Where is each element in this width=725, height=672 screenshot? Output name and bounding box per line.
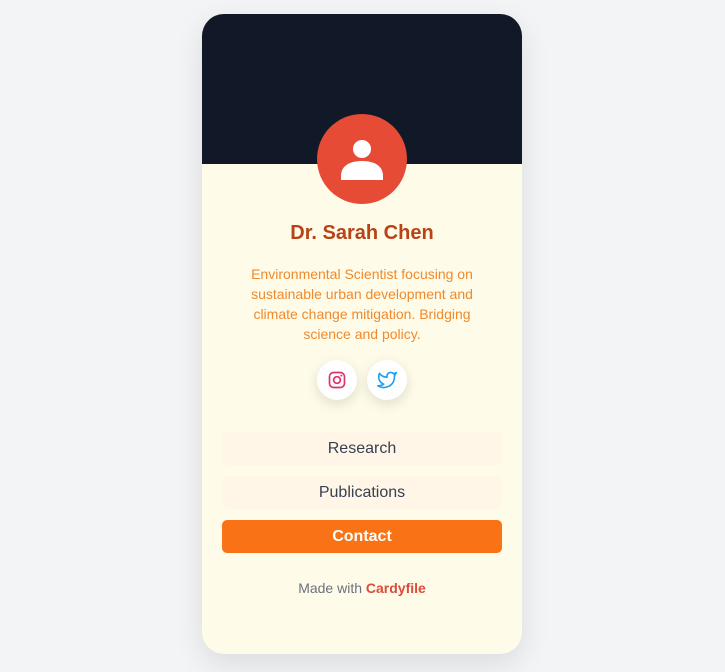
twitter-button[interactable] — [367, 360, 407, 400]
profile-card: Dr. Sarah Chen Environmental Scientist f… — [202, 14, 522, 654]
twitter-icon — [377, 371, 397, 389]
footer: Made with Cardyfile — [202, 580, 522, 596]
publications-link[interactable]: Publications — [222, 476, 502, 509]
instagram-button[interactable] — [317, 360, 357, 400]
contact-button[interactable]: Contact — [222, 520, 502, 553]
avatar — [317, 114, 407, 204]
profile-bio: Environmental Scientist focusing on sust… — [251, 266, 473, 342]
profile-name: Dr. Sarah Chen — [290, 222, 434, 244]
user-icon — [341, 140, 383, 180]
footer-brand-link[interactable]: Cardyfile — [366, 580, 426, 596]
research-link[interactable]: Research — [222, 432, 502, 465]
social-links — [202, 360, 522, 400]
instagram-icon — [328, 371, 346, 389]
footer-prefix: Made with — [298, 580, 362, 596]
